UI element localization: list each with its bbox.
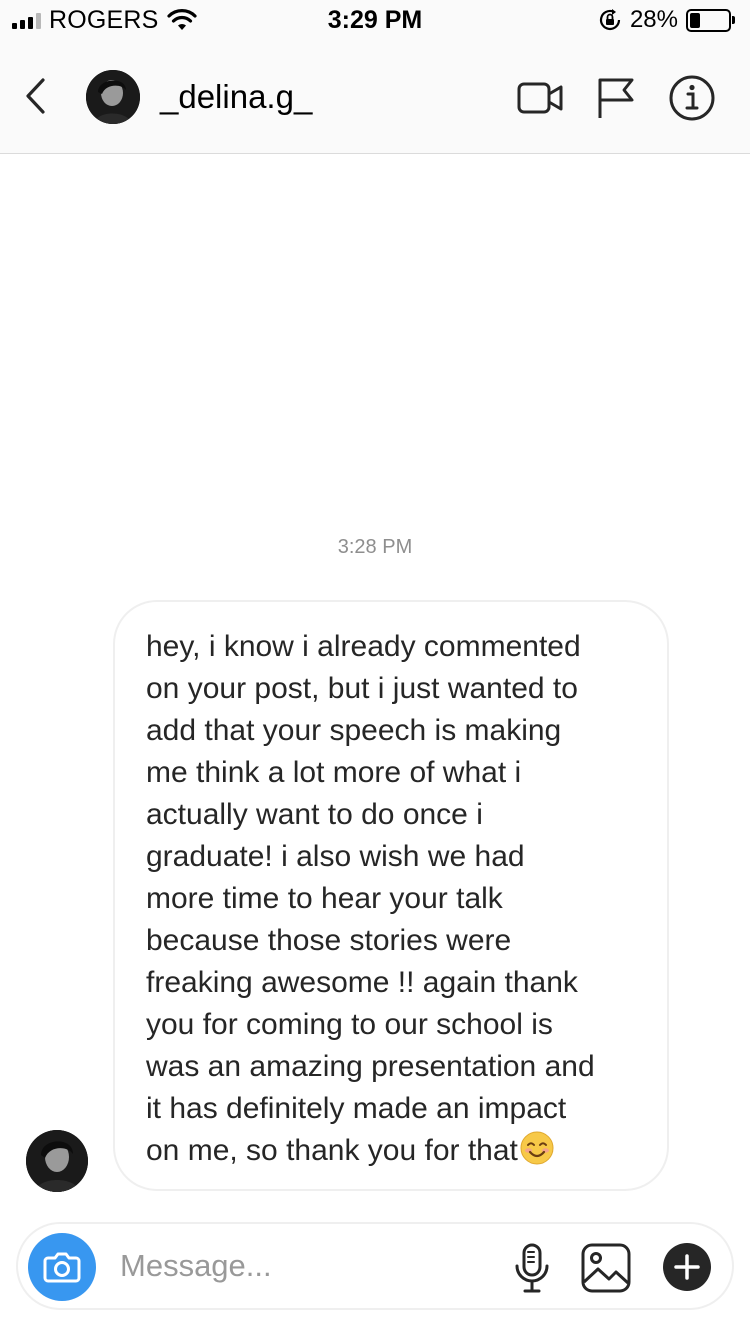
message-text: hey, i know i already commented on your … [146, 630, 595, 1167]
chat-username[interactable]: _delina.g_ [160, 78, 312, 116]
orientation-lock-icon [599, 9, 621, 31]
microphone-icon[interactable] [512, 1242, 552, 1296]
back-chevron-icon[interactable] [20, 76, 52, 116]
camera-icon [43, 1252, 81, 1283]
avatar[interactable] [86, 70, 140, 124]
chat-header: _delina.g_ [0, 40, 750, 154]
battery-percent: 28% [629, 6, 678, 33]
avatar-photo [26, 1130, 88, 1192]
camera-button[interactable] [28, 1233, 96, 1301]
plus-icon[interactable] [662, 1242, 712, 1292]
message-composer [16, 1222, 734, 1310]
avatar-photo [86, 70, 140, 124]
smiling-face-icon [520, 1131, 554, 1165]
battery-icon [686, 8, 736, 32]
message-timestamp: 3:28 PM [337, 536, 413, 558]
info-icon[interactable] [668, 74, 716, 122]
message-input[interactable] [120, 1244, 500, 1288]
message-bubble[interactable]: hey, i know i already commented on your … [113, 600, 669, 1191]
status-bar: ROGERS 3:29 PM 28% [0, 0, 750, 40]
status-right: 28% [598, 6, 736, 34]
flag-icon[interactable] [592, 74, 640, 122]
video-call-icon[interactable] [516, 74, 564, 122]
gallery-icon[interactable] [580, 1242, 632, 1294]
sender-avatar[interactable] [26, 1130, 88, 1192]
